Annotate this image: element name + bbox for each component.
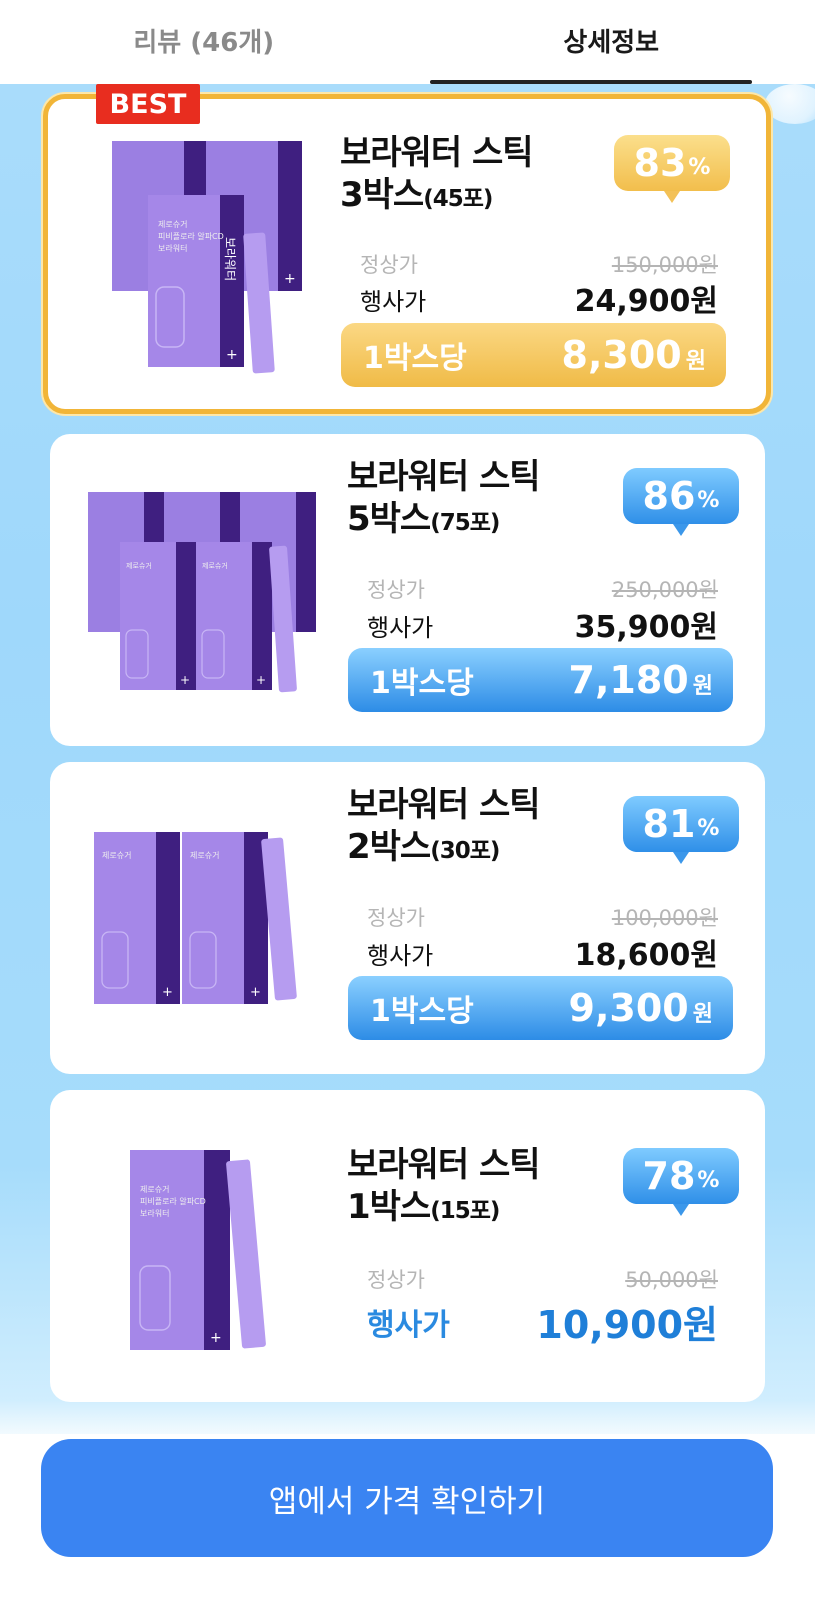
title-line1: 보라워터 스틱 (347, 785, 541, 825)
svg-text:+: + (250, 985, 261, 1000)
product-image-3box: 보라워터 제로슈거 피비플로라 알파CD 보라워터 + + (112, 141, 302, 374)
title-line2: 5박스 (347, 499, 431, 539)
per-box-label: 1박스당 (370, 666, 474, 701)
discount-badge: 83% (614, 135, 730, 203)
svg-text:보라워터: 보라워터 (223, 237, 237, 281)
product-image-1box: 제로슈거 피비플로라 알파CD 보라워터 + (130, 1150, 266, 1350)
title-count: (30포) (430, 838, 500, 864)
svg-text:+: + (256, 673, 266, 687)
sale-price-value: 24,900원 (574, 284, 718, 319)
regular-price-label: 정상가 (360, 253, 418, 277)
svg-text:제로슈거: 제로슈거 (126, 561, 152, 570)
title-line1: 보라워터 스틱 (340, 133, 534, 173)
regular-price-value: 150,000원 (611, 253, 718, 277)
discount-number: 81 (642, 802, 696, 846)
product-card-2box[interactable]: 제로슈거 제로슈거 + + 보라워터 스틱 2박스(30포) 81% 정상가 1… (50, 762, 765, 1074)
title-line2: 3박스 (340, 175, 424, 215)
svg-text:제로슈거: 제로슈거 (102, 851, 131, 860)
product-title-3box: 보라워터 스틱 3박스(45포) (340, 132, 534, 220)
discount-unit: % (697, 487, 720, 513)
svg-text:+: + (284, 271, 296, 287)
svg-text:제로슈거: 제로슈거 (190, 851, 219, 860)
sale-price-label: 행사가 (360, 288, 427, 316)
product-card-1box[interactable]: 제로슈거 피비플로라 알파CD 보라워터 + 보라워터 스틱 1박스(15포) … (50, 1090, 765, 1402)
tab-reviews-label: 리뷰 (46개) (133, 27, 275, 58)
per-box-price: 1박스당 8,300 원 (341, 323, 726, 387)
product-title-5box: 보라워터 스틱 5박스(75포) (347, 456, 541, 544)
svg-text:제로슈거: 제로슈거 (140, 1185, 169, 1194)
regular-price-value: 50,000원 (625, 1268, 718, 1292)
discount-number: 86 (642, 474, 696, 518)
per-box-unit: 원 (685, 349, 706, 374)
product-image-2box: 제로슈거 제로슈거 + + (94, 832, 297, 1004)
per-box-amount: 7,180 (568, 658, 689, 702)
product-card-5box[interactable]: 제로슈거 제로슈거 + + 보라워터 스틱 5박스(75포) 86% 정상가 2… (50, 434, 765, 746)
sale-price-value: 35,900원 (574, 610, 718, 645)
sale-price-label: 행사가 (367, 942, 434, 970)
title-line2: 1박스 (347, 1187, 431, 1227)
best-badge: BEST (96, 84, 200, 124)
per-box-amount: 9,300 (568, 986, 689, 1030)
discount-number: 78 (642, 1154, 696, 1198)
svg-text:보라워터: 보라워터 (140, 1209, 169, 1218)
svg-text:피비플로라 알파CD: 피비플로라 알파CD (158, 231, 224, 241)
discount-unit: % (697, 815, 720, 841)
sale-price-label: 행사가 (367, 614, 434, 642)
title-count: (75포) (430, 510, 500, 536)
product-title-1box: 보라워터 스틱 1박스(15포) (347, 1144, 541, 1232)
svg-text:제로슈거: 제로슈거 (202, 561, 228, 570)
regular-price-value: 250,000원 (611, 578, 718, 602)
sale-price-label: 행사가 (367, 1308, 450, 1343)
title-line1: 보라워터 스틱 (347, 457, 541, 497)
regular-price-label: 정상가 (367, 906, 425, 930)
product-image-5box: 제로슈거 제로슈거 + + (88, 492, 316, 693)
per-box-label: 1박스당 (370, 994, 474, 1029)
discount-badge: 78% (623, 1148, 739, 1216)
per-box-unit: 원 (692, 1002, 713, 1027)
per-box-unit: 원 (692, 674, 713, 699)
per-box-price: 1박스당 9,300 원 (348, 976, 733, 1040)
title-line2: 2박스 (347, 827, 431, 867)
per-box-amount: 8,300 (561, 333, 682, 377)
svg-text:+: + (226, 347, 238, 363)
product-title-2box: 보라워터 스틱 2박스(30포) (347, 784, 541, 872)
title-count: (15포) (430, 1198, 500, 1224)
discount-unit: % (697, 1167, 720, 1193)
title-line1: 보라워터 스틱 (347, 1145, 541, 1185)
discount-unit: % (688, 154, 711, 180)
tab-details[interactable]: 상세정보 (408, 0, 815, 84)
svg-text:보라워터: 보라워터 (158, 244, 187, 253)
discount-badge: 81% (623, 796, 739, 864)
per-box-label: 1박스당 (363, 341, 467, 376)
discount-badge: 86% (623, 468, 739, 536)
product-card-3box[interactable]: 보라워터 제로슈거 피비플로라 알파CD 보라워터 + + 보라워터 스틱 3박… (43, 94, 771, 414)
svg-text:+: + (180, 673, 190, 687)
tab-bar: 리뷰 (46개) 상세정보 (0, 0, 815, 84)
regular-price-value: 100,000원 (611, 906, 718, 930)
tab-reviews[interactable]: 리뷰 (46개) (0, 0, 408, 84)
check-price-in-app-button[interactable]: 앱에서 가격 확인하기 (41, 1439, 773, 1557)
tab-details-label: 상세정보 (563, 27, 660, 58)
svg-text:+: + (162, 985, 173, 1000)
per-box-price: 1박스당 7,180 원 (348, 648, 733, 712)
sale-price-value: 18,600원 (574, 938, 718, 973)
svg-text:+: + (210, 1330, 222, 1346)
svg-text:피비플로라 알파CD: 피비플로라 알파CD (140, 1196, 206, 1206)
sale-price-value: 10,900원 (536, 1303, 718, 1347)
discount-number: 83 (633, 141, 687, 185)
regular-price-label: 정상가 (367, 578, 425, 602)
active-tab-indicator (430, 80, 752, 84)
regular-price-label: 정상가 (367, 1268, 425, 1292)
title-count: (45포) (423, 186, 493, 212)
svg-text:제로슈거: 제로슈거 (158, 220, 187, 229)
